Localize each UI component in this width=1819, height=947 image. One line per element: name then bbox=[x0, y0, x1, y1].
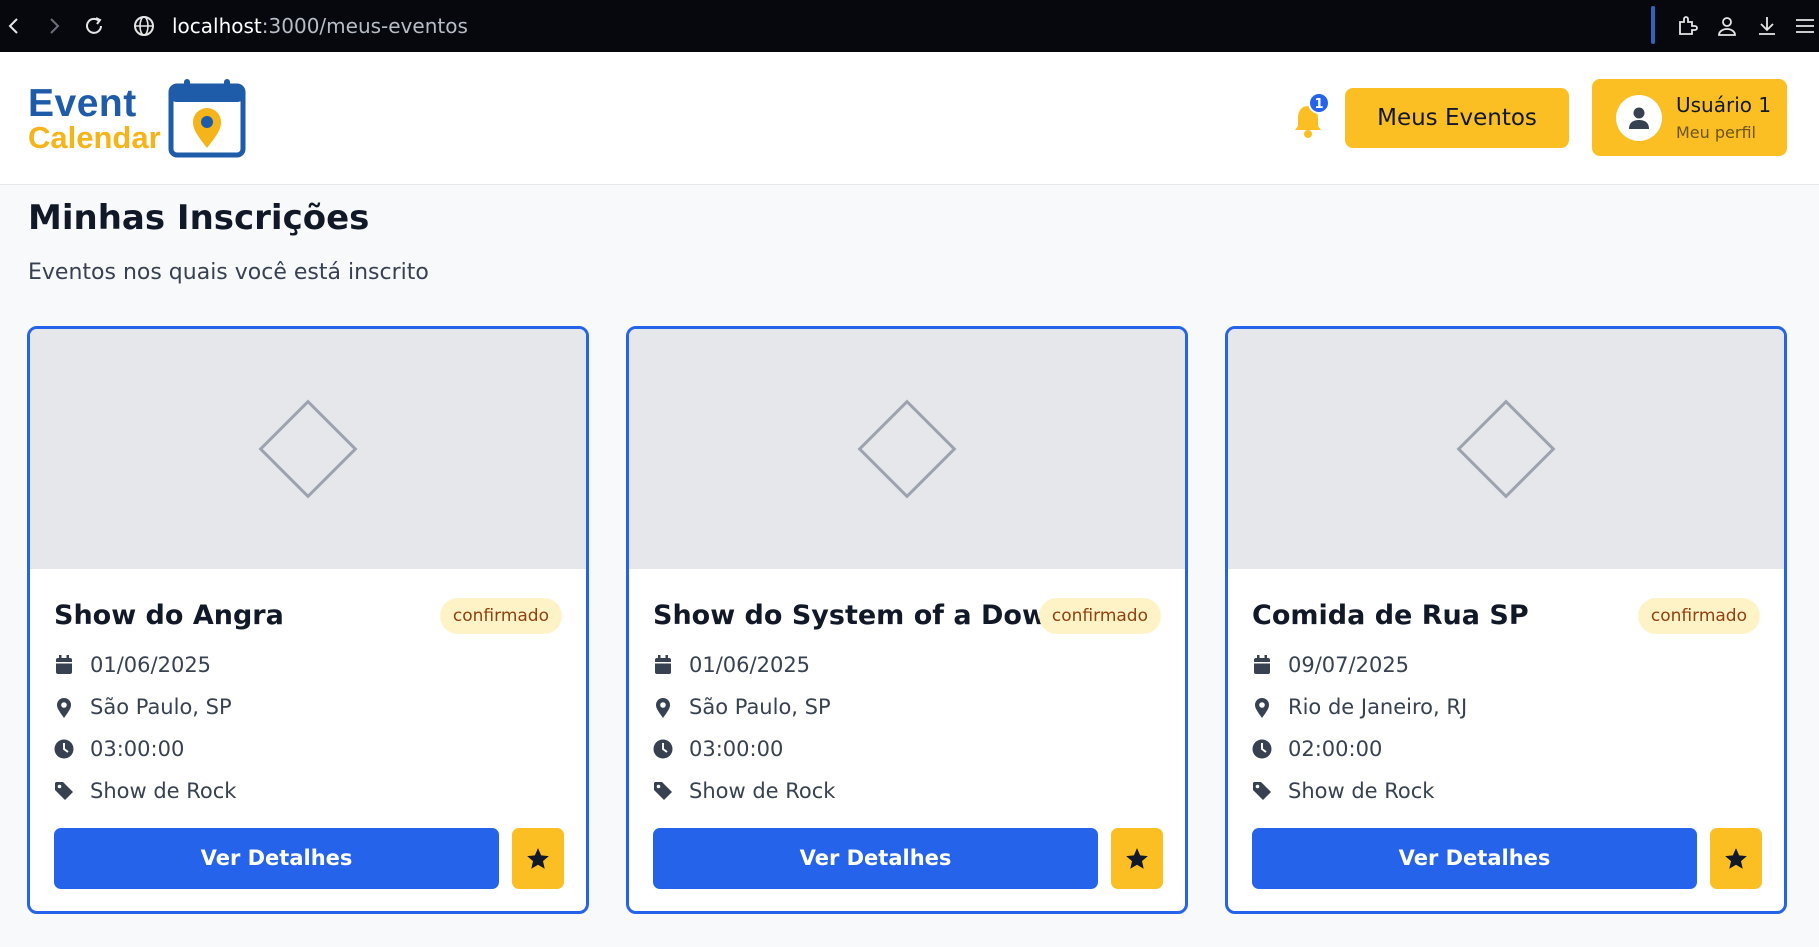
calendar-icon bbox=[54, 654, 74, 676]
extensions-icon[interactable] bbox=[1673, 12, 1701, 40]
url-path: :3000/meus-eventos bbox=[261, 14, 468, 38]
event-category: Show de Rock bbox=[653, 776, 835, 806]
avatar bbox=[1616, 95, 1662, 141]
event-category: Show de Rock bbox=[54, 776, 236, 806]
event-date-text: 09/07/2025 bbox=[1288, 653, 1410, 677]
event-date-text: 01/06/2025 bbox=[90, 653, 212, 677]
globe-icon bbox=[130, 12, 158, 40]
status-badge: confirmado bbox=[1038, 598, 1161, 634]
event-date-text: 01/06/2025 bbox=[689, 653, 811, 677]
meus-eventos-button[interactable]: Meus Eventos bbox=[1345, 88, 1569, 148]
calendar-icon bbox=[1252, 654, 1272, 676]
event-location: Rio de Janeiro, RJ bbox=[1252, 692, 1467, 722]
event-category-text: Show de Rock bbox=[689, 779, 836, 803]
logo[interactable]: Event Calendar bbox=[28, 78, 248, 164]
event-date: 01/06/2025 bbox=[653, 650, 810, 680]
event-image bbox=[30, 329, 586, 569]
event-location-text: Rio de Janeiro, RJ bbox=[1288, 695, 1468, 719]
url-host: localhost bbox=[172, 14, 262, 38]
event-date: 09/07/2025 bbox=[1252, 650, 1409, 680]
map-pin-icon bbox=[653, 696, 673, 718]
menu-icon[interactable] bbox=[1791, 12, 1819, 40]
favorite-button[interactable] bbox=[512, 828, 564, 889]
event-category-text: Show de Rock bbox=[90, 779, 237, 803]
tag-icon bbox=[653, 780, 673, 802]
forward-icon[interactable] bbox=[40, 12, 68, 40]
event-time: 02:00:00 bbox=[1252, 734, 1382, 764]
star-icon bbox=[1725, 847, 1747, 869]
browser-toolbar: localhost:3000/meus-eventos bbox=[0, 0, 1819, 52]
user-profile-button[interactable]: Usuário 1 Meu perfil bbox=[1592, 79, 1787, 156]
event-card: Comida de Rua SP confirmado 09/07/2025 R… bbox=[1225, 326, 1787, 914]
event-title: Show do System of a Down bbox=[653, 600, 1067, 631]
address-bar[interactable]: localhost:3000/meus-eventos bbox=[172, 12, 468, 40]
event-title: Show do Angra bbox=[54, 600, 284, 631]
page-title: Minhas Inscrições bbox=[28, 198, 370, 238]
map-pin-icon bbox=[54, 696, 74, 718]
app-header: Event Calendar 1 Meus Eventos Usuário 1 … bbox=[0, 52, 1819, 185]
event-category-text: Show de Rock bbox=[1288, 779, 1435, 803]
user-profile-label: Meu perfil bbox=[1676, 123, 1756, 142]
toolbar-separator bbox=[1651, 6, 1655, 44]
event-time: 03:00:00 bbox=[54, 734, 184, 764]
page-subtitle: Eventos nos quais você está inscrito bbox=[28, 260, 429, 285]
ver-detalhes-button[interactable]: Ver Detalhes bbox=[653, 828, 1098, 889]
reload-icon[interactable] bbox=[80, 12, 108, 40]
star-icon bbox=[527, 847, 549, 869]
back-icon[interactable] bbox=[0, 12, 28, 40]
event-time: 03:00:00 bbox=[653, 734, 783, 764]
download-icon[interactable] bbox=[1753, 12, 1781, 40]
event-card: Show do Angra confirmado 01/06/2025 São … bbox=[27, 326, 589, 914]
tag-icon bbox=[54, 780, 74, 802]
ver-detalhes-button[interactable]: Ver Detalhes bbox=[1252, 828, 1697, 889]
favorite-button[interactable] bbox=[1111, 828, 1163, 889]
event-image bbox=[1228, 329, 1784, 569]
profile-icon[interactable] bbox=[1713, 12, 1741, 40]
status-badge: confirmado bbox=[1637, 598, 1760, 634]
clock-icon bbox=[54, 738, 74, 760]
event-date: 01/06/2025 bbox=[54, 650, 211, 680]
user-name: Usuário 1 bbox=[1676, 93, 1772, 117]
calendar-icon bbox=[653, 654, 673, 676]
event-time-text: 02:00:00 bbox=[1288, 737, 1383, 761]
favorite-button[interactable] bbox=[1710, 828, 1762, 889]
notification-badge: 1 bbox=[1308, 92, 1330, 114]
star-icon bbox=[1126, 847, 1148, 869]
user-icon bbox=[1629, 107, 1649, 129]
event-location: São Paulo, SP bbox=[54, 692, 232, 722]
calendar-pin-icon bbox=[168, 79, 246, 158]
clock-icon bbox=[653, 738, 673, 760]
image-placeholder-icon bbox=[258, 399, 358, 499]
clock-icon bbox=[1252, 738, 1272, 760]
event-location-text: São Paulo, SP bbox=[689, 695, 831, 719]
logo-text-calendar: Calendar bbox=[28, 120, 161, 155]
event-location-text: São Paulo, SP bbox=[90, 695, 232, 719]
event-time-text: 03:00:00 bbox=[689, 737, 784, 761]
event-card: Show do System of a Down confirmado 01/0… bbox=[626, 326, 1188, 914]
event-location: São Paulo, SP bbox=[653, 692, 831, 722]
tag-icon bbox=[1252, 780, 1272, 802]
image-placeholder-icon bbox=[857, 399, 957, 499]
ver-detalhes-button[interactable]: Ver Detalhes bbox=[54, 828, 499, 889]
image-placeholder-icon bbox=[1456, 399, 1556, 499]
event-image bbox=[629, 329, 1185, 569]
event-title: Comida de Rua SP bbox=[1252, 600, 1529, 631]
event-time-text: 03:00:00 bbox=[90, 737, 185, 761]
status-badge: confirmado bbox=[439, 598, 562, 634]
map-pin-icon bbox=[1252, 696, 1272, 718]
event-category: Show de Rock bbox=[1252, 776, 1434, 806]
